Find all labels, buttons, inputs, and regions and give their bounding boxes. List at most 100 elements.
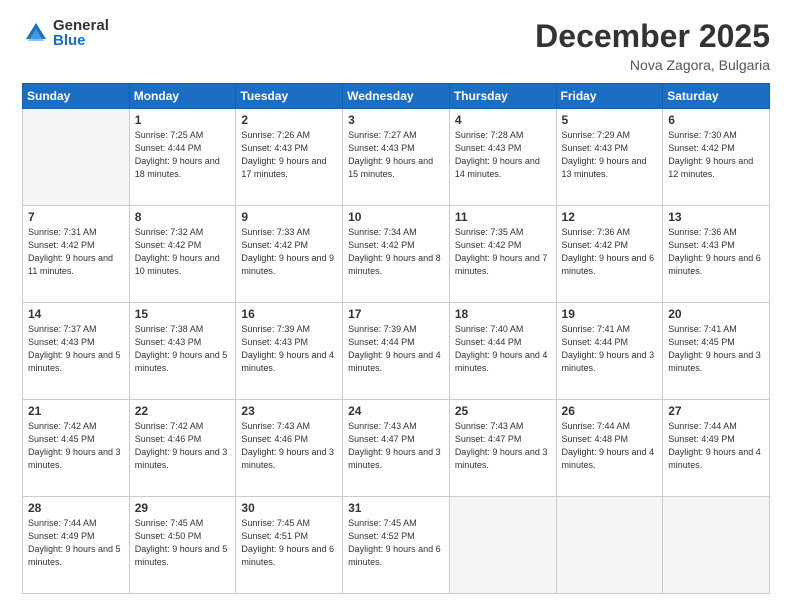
day-cell: 2 Sunrise: 7:26 AM Sunset: 4:43 PM Dayli… — [236, 109, 343, 206]
header: General Blue December 2025 Nova Zagora, … — [22, 18, 770, 73]
day-number: 4 — [455, 113, 552, 127]
day-info: Sunrise: 7:35 AM Sunset: 4:42 PM Dayligh… — [455, 226, 552, 278]
day-cell: 26 Sunrise: 7:44 AM Sunset: 4:48 PM Dayl… — [556, 400, 663, 497]
day-number: 21 — [28, 404, 125, 418]
day-info: Sunrise: 7:43 AM Sunset: 4:46 PM Dayligh… — [241, 420, 338, 472]
week-row: 28 Sunrise: 7:44 AM Sunset: 4:49 PM Dayl… — [23, 497, 770, 594]
day-info: Sunrise: 7:39 AM Sunset: 4:44 PM Dayligh… — [348, 323, 445, 375]
week-row: 14 Sunrise: 7:37 AM Sunset: 4:43 PM Dayl… — [23, 303, 770, 400]
day-number: 1 — [135, 113, 232, 127]
day-number: 26 — [562, 404, 659, 418]
day-cell: 15 Sunrise: 7:38 AM Sunset: 4:43 PM Dayl… — [129, 303, 236, 400]
day-info: Sunrise: 7:32 AM Sunset: 4:42 PM Dayligh… — [135, 226, 232, 278]
day-info: Sunrise: 7:43 AM Sunset: 4:47 PM Dayligh… — [348, 420, 445, 472]
day-number: 2 — [241, 113, 338, 127]
day-info: Sunrise: 7:28 AM Sunset: 4:43 PM Dayligh… — [455, 129, 552, 181]
weekday-header-row: SundayMondayTuesdayWednesdayThursdayFrid… — [23, 84, 770, 109]
day-number: 25 — [455, 404, 552, 418]
weekday-header: Sunday — [23, 84, 130, 109]
week-row: 1 Sunrise: 7:25 AM Sunset: 4:44 PM Dayli… — [23, 109, 770, 206]
day-info: Sunrise: 7:45 AM Sunset: 4:50 PM Dayligh… — [135, 517, 232, 569]
day-cell: 24 Sunrise: 7:43 AM Sunset: 4:47 PM Dayl… — [343, 400, 450, 497]
day-cell: 25 Sunrise: 7:43 AM Sunset: 4:47 PM Dayl… — [449, 400, 556, 497]
logo: General Blue — [22, 18, 109, 48]
day-number: 30 — [241, 501, 338, 515]
day-cell — [449, 497, 556, 594]
day-number: 23 — [241, 404, 338, 418]
day-number: 3 — [348, 113, 445, 127]
day-cell: 10 Sunrise: 7:34 AM Sunset: 4:42 PM Dayl… — [343, 206, 450, 303]
day-info: Sunrise: 7:41 AM Sunset: 4:44 PM Dayligh… — [562, 323, 659, 375]
day-info: Sunrise: 7:25 AM Sunset: 4:44 PM Dayligh… — [135, 129, 232, 181]
day-cell: 1 Sunrise: 7:25 AM Sunset: 4:44 PM Dayli… — [129, 109, 236, 206]
day-info: Sunrise: 7:45 AM Sunset: 4:52 PM Dayligh… — [348, 517, 445, 569]
day-number: 17 — [348, 307, 445, 321]
day-cell — [556, 497, 663, 594]
weekday-header: Saturday — [663, 84, 770, 109]
day-info: Sunrise: 7:44 AM Sunset: 4:49 PM Dayligh… — [28, 517, 125, 569]
day-info: Sunrise: 7:30 AM Sunset: 4:42 PM Dayligh… — [668, 129, 765, 181]
day-number: 15 — [135, 307, 232, 321]
day-cell: 27 Sunrise: 7:44 AM Sunset: 4:49 PM Dayl… — [663, 400, 770, 497]
weekday-header: Wednesday — [343, 84, 450, 109]
day-number: 19 — [562, 307, 659, 321]
day-info: Sunrise: 7:42 AM Sunset: 4:45 PM Dayligh… — [28, 420, 125, 472]
day-number: 18 — [455, 307, 552, 321]
day-cell: 20 Sunrise: 7:41 AM Sunset: 4:45 PM Dayl… — [663, 303, 770, 400]
day-cell: 3 Sunrise: 7:27 AM Sunset: 4:43 PM Dayli… — [343, 109, 450, 206]
week-row: 21 Sunrise: 7:42 AM Sunset: 4:45 PM Dayl… — [23, 400, 770, 497]
logo-general: General — [53, 18, 109, 33]
day-info: Sunrise: 7:36 AM Sunset: 4:42 PM Dayligh… — [562, 226, 659, 278]
day-cell: 23 Sunrise: 7:43 AM Sunset: 4:46 PM Dayl… — [236, 400, 343, 497]
day-cell: 5 Sunrise: 7:29 AM Sunset: 4:43 PM Dayli… — [556, 109, 663, 206]
day-cell — [23, 109, 130, 206]
day-cell: 22 Sunrise: 7:42 AM Sunset: 4:46 PM Dayl… — [129, 400, 236, 497]
day-cell: 13 Sunrise: 7:36 AM Sunset: 4:43 PM Dayl… — [663, 206, 770, 303]
day-info: Sunrise: 7:41 AM Sunset: 4:45 PM Dayligh… — [668, 323, 765, 375]
day-number: 5 — [562, 113, 659, 127]
logo-icon — [22, 19, 50, 47]
day-number: 10 — [348, 210, 445, 224]
day-number: 22 — [135, 404, 232, 418]
day-number: 9 — [241, 210, 338, 224]
day-number: 6 — [668, 113, 765, 127]
day-cell: 17 Sunrise: 7:39 AM Sunset: 4:44 PM Dayl… — [343, 303, 450, 400]
day-cell: 16 Sunrise: 7:39 AM Sunset: 4:43 PM Dayl… — [236, 303, 343, 400]
day-cell: 19 Sunrise: 7:41 AM Sunset: 4:44 PM Dayl… — [556, 303, 663, 400]
week-row: 7 Sunrise: 7:31 AM Sunset: 4:42 PM Dayli… — [23, 206, 770, 303]
day-cell: 29 Sunrise: 7:45 AM Sunset: 4:50 PM Dayl… — [129, 497, 236, 594]
day-info: Sunrise: 7:42 AM Sunset: 4:46 PM Dayligh… — [135, 420, 232, 472]
day-info: Sunrise: 7:43 AM Sunset: 4:47 PM Dayligh… — [455, 420, 552, 472]
day-number: 20 — [668, 307, 765, 321]
weekday-header: Tuesday — [236, 84, 343, 109]
day-cell: 11 Sunrise: 7:35 AM Sunset: 4:42 PM Dayl… — [449, 206, 556, 303]
day-cell: 21 Sunrise: 7:42 AM Sunset: 4:45 PM Dayl… — [23, 400, 130, 497]
day-info: Sunrise: 7:38 AM Sunset: 4:43 PM Dayligh… — [135, 323, 232, 375]
weekday-header: Friday — [556, 84, 663, 109]
day-number: 29 — [135, 501, 232, 515]
day-number: 28 — [28, 501, 125, 515]
day-info: Sunrise: 7:36 AM Sunset: 4:43 PM Dayligh… — [668, 226, 765, 278]
day-info: Sunrise: 7:40 AM Sunset: 4:44 PM Dayligh… — [455, 323, 552, 375]
calendar: SundayMondayTuesdayWednesdayThursdayFrid… — [22, 83, 770, 594]
logo-text: General Blue — [53, 18, 109, 48]
day-cell — [663, 497, 770, 594]
day-number: 11 — [455, 210, 552, 224]
day-cell: 14 Sunrise: 7:37 AM Sunset: 4:43 PM Dayl… — [23, 303, 130, 400]
day-number: 27 — [668, 404, 765, 418]
day-info: Sunrise: 7:26 AM Sunset: 4:43 PM Dayligh… — [241, 129, 338, 181]
day-info: Sunrise: 7:33 AM Sunset: 4:42 PM Dayligh… — [241, 226, 338, 278]
day-info: Sunrise: 7:39 AM Sunset: 4:43 PM Dayligh… — [241, 323, 338, 375]
title-block: December 2025 Nova Zagora, Bulgaria — [535, 18, 770, 73]
day-cell: 6 Sunrise: 7:30 AM Sunset: 4:42 PM Dayli… — [663, 109, 770, 206]
day-number: 14 — [28, 307, 125, 321]
logo-blue: Blue — [53, 33, 109, 48]
day-number: 13 — [668, 210, 765, 224]
day-cell: 18 Sunrise: 7:40 AM Sunset: 4:44 PM Dayl… — [449, 303, 556, 400]
day-number: 24 — [348, 404, 445, 418]
day-cell: 9 Sunrise: 7:33 AM Sunset: 4:42 PM Dayli… — [236, 206, 343, 303]
day-info: Sunrise: 7:44 AM Sunset: 4:49 PM Dayligh… — [668, 420, 765, 472]
day-cell: 8 Sunrise: 7:32 AM Sunset: 4:42 PM Dayli… — [129, 206, 236, 303]
day-cell: 7 Sunrise: 7:31 AM Sunset: 4:42 PM Dayli… — [23, 206, 130, 303]
day-info: Sunrise: 7:29 AM Sunset: 4:43 PM Dayligh… — [562, 129, 659, 181]
